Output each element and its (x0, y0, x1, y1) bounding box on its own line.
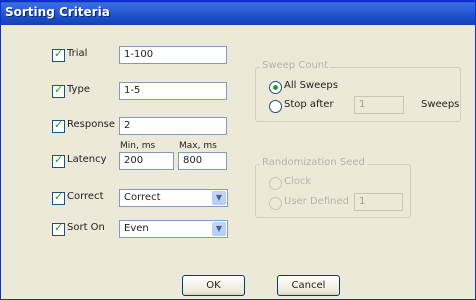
correct-dropdown-value: Correct (124, 192, 161, 203)
user-defined-label: User Defined (284, 196, 349, 207)
randomization-seed-title: Randomization Seed (260, 157, 367, 168)
type-checkbox[interactable]: ✓ (52, 83, 65, 98)
latency-max-input[interactable]: 800 (178, 152, 227, 170)
latency-max-label: Max, ms (179, 141, 217, 151)
all-sweeps-radio[interactable] (269, 81, 282, 94)
check-mark-icon: ✓ (54, 47, 64, 60)
title-bar[interactable]: Sorting Criteria (1, 1, 475, 25)
stop-after-input[interactable]: 1 (354, 96, 404, 114)
correct-dropdown[interactable]: Correct ▼ (119, 189, 228, 207)
ok-button[interactable]: OK (182, 275, 245, 296)
type-label: Type (67, 84, 90, 95)
response-checkbox[interactable]: ✓ (52, 118, 65, 133)
check-mark-icon: ✓ (54, 190, 64, 203)
cancel-button[interactable]: Cancel (277, 275, 340, 296)
check-mark-icon: ✓ (54, 153, 64, 166)
trial-label: Trial (67, 48, 88, 59)
sort-on-label: Sort On (67, 222, 105, 233)
clock-radio[interactable] (269, 177, 282, 190)
all-sweeps-label: All Sweeps (284, 80, 338, 91)
latency-min-label: Min, ms (120, 141, 156, 151)
sweep-count-title: Sweep Count (260, 60, 331, 71)
response-input[interactable]: 2 (119, 117, 227, 135)
check-mark-icon: ✓ (54, 118, 64, 131)
trial-checkbox[interactable]: ✓ (52, 47, 65, 62)
latency-label: Latency (67, 154, 107, 165)
stop-after-label: Stop after (284, 99, 334, 110)
trial-input[interactable]: 1-100 (119, 46, 227, 64)
chevron-down-icon[interactable]: ▼ (212, 222, 226, 236)
correct-label: Correct (67, 191, 104, 202)
latency-checkbox[interactable]: ✓ (52, 153, 65, 168)
check-mark-icon: ✓ (54, 221, 64, 234)
dialog-title: Sorting Criteria (5, 5, 110, 19)
user-defined-radio[interactable] (269, 197, 282, 210)
correct-checkbox[interactable]: ✓ (52, 190, 65, 205)
sort-on-checkbox[interactable]: ✓ (52, 221, 65, 236)
sort-on-dropdown-value: Even (124, 223, 149, 234)
latency-min-input[interactable]: 200 (119, 152, 174, 170)
chevron-down-icon[interactable]: ▼ (212, 191, 226, 205)
response-label: Response (67, 119, 116, 130)
radio-selected-dot (273, 85, 278, 90)
check-mark-icon: ✓ (54, 83, 64, 96)
type-input[interactable]: 1-5 (119, 82, 227, 100)
stop-after-radio[interactable] (269, 100, 282, 113)
sort-on-dropdown[interactable]: Even ▼ (119, 220, 228, 238)
sorting-criteria-dialog: Sorting Criteria ✓ Trial 1-100 ✓ Type 1-… (0, 0, 476, 300)
clock-label: Clock (284, 176, 312, 187)
user-defined-input[interactable]: 1 (354, 193, 403, 211)
sweeps-label: Sweeps (421, 99, 460, 110)
